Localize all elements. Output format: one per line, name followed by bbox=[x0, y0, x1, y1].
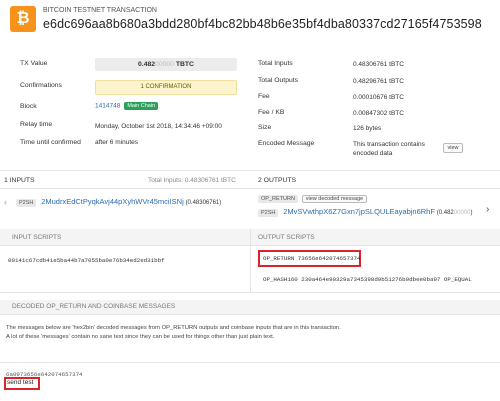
output-address-link[interactable]: 2MvSVwthpX6Z7Gxn7jpSLQULEayabjn6RhF bbox=[283, 207, 435, 216]
total-outputs-value: 0.48296761 bbox=[353, 78, 388, 85]
view-decoded-message-button[interactable]: view decoded message bbox=[301, 195, 368, 203]
decoded-description-2: A lot of these 'messages' contain no san… bbox=[6, 334, 275, 340]
fee-kb-value: 0.00847302 bbox=[353, 110, 388, 117]
decoded-description-1: The messages below are 'hex2bin' decoded… bbox=[6, 325, 341, 331]
output-script-p2sh: OP_HASH160 230a464e90329a7345398d9b51276… bbox=[263, 276, 472, 283]
input-scripts-title: INPUT SCRIPTS bbox=[12, 234, 62, 241]
block-link[interactable]: 1414748 bbox=[95, 103, 120, 110]
tx-value-unit: TBTC bbox=[175, 61, 194, 68]
inputs-total: Total Inputs: 0.48306761 tBTC bbox=[148, 177, 236, 184]
fee-label: Fee bbox=[258, 93, 270, 100]
block-label: Block bbox=[20, 103, 37, 110]
output-scripts-title: OUTPUT SCRIPTS bbox=[258, 234, 315, 241]
confirmations-badge: 1 CONFIRMATION bbox=[95, 80, 237, 95]
output-row-opreturn: OP_RETURN view decoded message bbox=[258, 195, 368, 203]
total-inputs-value: 0.48306761 bbox=[353, 61, 388, 68]
page-subtitle: BITCOIN TESTNET TRANSACTION bbox=[43, 7, 157, 14]
input-type-badge: P2SH bbox=[16, 199, 37, 207]
tx-value-faded: 00000 bbox=[155, 61, 174, 68]
output-script-opreturn: OP_RETURN 73656e642074657374 bbox=[263, 255, 361, 262]
output-amount-close: ) bbox=[470, 210, 473, 216]
encoded-message-label: Encoded Message bbox=[258, 140, 315, 147]
time-confirmed-value: after 6 minutes bbox=[95, 139, 138, 146]
divider bbox=[0, 170, 500, 171]
inputs-title: 1 INPUTS bbox=[4, 177, 35, 184]
input-script: 00141c67cdb41e5ba44b7a7055ba0e76b34ed2ed… bbox=[8, 257, 165, 264]
view-encoded-button[interactable]: view bbox=[443, 143, 463, 153]
block-value-row: 1414748 Main Chain bbox=[95, 102, 159, 110]
total-inputs-unit: tBTC bbox=[389, 61, 404, 68]
output-type-badge: P2SH bbox=[258, 209, 279, 217]
output-type-badge: OP_RETURN bbox=[258, 195, 298, 203]
transaction-hash: e6dc696aa8b680a3bdd280bf4bc82bb48b6e35bf… bbox=[43, 17, 482, 31]
size-value: 126 bytes bbox=[353, 125, 382, 132]
relay-time-label: Relay time bbox=[20, 121, 53, 128]
divider bbox=[0, 188, 500, 189]
fee-value: 0.00010676 bbox=[353, 94, 388, 101]
chevron-right-icon[interactable]: › bbox=[486, 204, 489, 215]
divider bbox=[0, 292, 500, 293]
time-confirmed-label: Time until confirmed bbox=[20, 139, 81, 146]
total-outputs-label: Total Outputs bbox=[258, 77, 299, 84]
output-amount-value: (0.482 bbox=[436, 210, 454, 216]
total-outputs-row: 0.48296761 tBTC bbox=[353, 78, 404, 85]
fee-kb-row: 0.00847302 tBTC bbox=[353, 110, 404, 117]
divider bbox=[0, 314, 500, 315]
main-chain-badge: Main Chain bbox=[124, 102, 159, 110]
total-outputs-unit: tBTC bbox=[389, 78, 404, 85]
encoded-message-value: This transaction contains encoded data bbox=[353, 141, 425, 157]
relay-time-value: Monday, October 1st 2018, 14:34:46 +09:0… bbox=[95, 123, 222, 130]
confirmations-label: Confirmations bbox=[20, 82, 62, 89]
bitcoin-logo-icon: ₿ bbox=[10, 6, 36, 32]
tx-value: 0.482 bbox=[138, 61, 156, 68]
divider bbox=[0, 362, 500, 363]
fee-unit: tBTC bbox=[389, 94, 404, 101]
column-divider bbox=[250, 229, 251, 292]
output-amount: (0.48200000) bbox=[437, 210, 473, 216]
total-inputs-row: 0.48306761 tBTC bbox=[353, 61, 404, 68]
chevron-left-icon[interactable]: ‹ bbox=[4, 197, 7, 207]
tx-value-label: TX Value bbox=[20, 60, 48, 67]
decoded-text: send test bbox=[7, 379, 34, 386]
fee-kb-label: Fee / KB bbox=[258, 109, 285, 116]
output-amount-faded: 00000 bbox=[453, 210, 471, 216]
input-address-link[interactable]: 2MudrxEdCtPyqkAvj44pXyhWVr45mciISNj bbox=[41, 197, 184, 206]
input-row: P2SH 2MudrxEdCtPyqkAvj44pXyhWVr45mciISNj… bbox=[16, 197, 221, 207]
output-row-p2sh: P2SH 2MvSVwthpX6Z7Gxn7jpSLQULEayabjn6RhF… bbox=[258, 207, 472, 217]
size-label: Size bbox=[258, 124, 272, 131]
fee-kb-unit: tBTC bbox=[389, 110, 404, 117]
tx-value-box: 0.48200000 TBTC bbox=[95, 58, 237, 71]
input-amount: (0.48306761) bbox=[185, 200, 222, 206]
fee-row: 0.00010676 tBTC bbox=[353, 94, 404, 101]
decoded-title: DECODED OP_RETURN AND COINBASE MESSAGES bbox=[12, 303, 176, 310]
total-inputs-label: Total Inputs bbox=[258, 60, 293, 67]
outputs-title: 2 OUTPUTS bbox=[258, 177, 297, 184]
